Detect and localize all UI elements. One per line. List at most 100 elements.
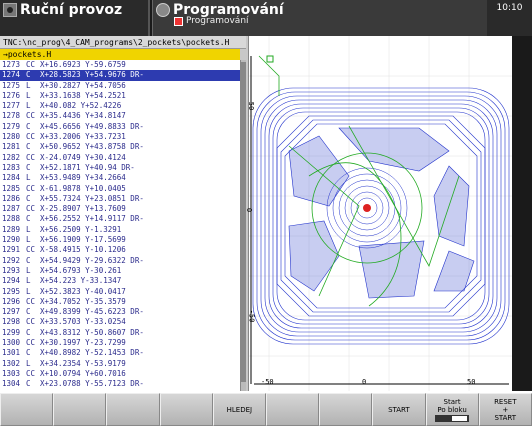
program-line[interactable]: 1300 CC X+30.1997 Y-23.7299 — [0, 338, 240, 348]
mode-title: Ruční provoz — [20, 2, 123, 18]
line-number: 1292 — [2, 255, 21, 265]
line-number: 1302 — [2, 358, 21, 368]
line-number: 1303 — [2, 368, 21, 378]
line-number: 1299 — [2, 327, 21, 337]
program-line[interactable]: 1295 L X+52.3823 Y-40.0417 — [0, 287, 240, 297]
program-line[interactable]: 1302 L X+34.2354 Y-53.9179 — [0, 359, 240, 369]
line-command: C — [26, 348, 31, 358]
side-softkey-strip — [512, 36, 532, 391]
program-line[interactable]: 1288 C X+56.2552 Y+14.9117 DR- — [0, 214, 240, 224]
line-coordinates: X+54.6793 Y-30.261 — [40, 265, 122, 275]
line-command: CC — [26, 317, 36, 327]
program-line[interactable]: 1279 C X+45.6656 Y+49.8833 DR- — [0, 122, 240, 132]
program-path: TNC:\nc_prog\4_CAM_programs\2_pockets\po… — [0, 36, 246, 49]
listing-scrollbar[interactable] — [240, 60, 246, 391]
softkey-hledej[interactable]: HLEDEJ — [212, 393, 266, 426]
line-coordinates: X+54.223 Y-33.1347 — [40, 276, 122, 286]
program-line[interactable]: 1274 C X+28.5823 Y+54.9676 DR- — [0, 70, 240, 81]
line-number: 1287 — [2, 204, 21, 214]
line-command: C — [26, 327, 31, 337]
line-coordinates: X+34.7052 Y-35.3579 — [40, 296, 126, 306]
softkey-empty[interactable] — [319, 393, 373, 426]
mode-manual-operation[interactable]: Ruční provoz — [0, 0, 150, 36]
program-line[interactable]: 1282 CC X-24.0749 Y+30.4124 — [0, 153, 240, 163]
line-command: CC — [26, 245, 36, 255]
axis-label-x-zero: 0 — [362, 378, 367, 386]
line-coordinates: X+10.0794 Y+60.7016 — [40, 368, 126, 378]
manual-mode-icon — [3, 3, 17, 17]
line-number: 1283 — [2, 162, 21, 172]
file-marker: →pockets.H — [0, 49, 240, 60]
program-line[interactable]: 1278 CC X+35.4436 Y+34.8147 — [0, 111, 240, 121]
program-line[interactable]: 1293 L X+54.6793 Y-30.261 — [0, 266, 240, 276]
scrollbar-thumb[interactable] — [241, 62, 246, 382]
program-line[interactable]: 1296 CC X+34.7052 Y-35.3579 — [0, 297, 240, 307]
line-coordinates: X+33.5703 Y-33.0254 — [40, 317, 126, 327]
line-command: L — [26, 90, 31, 100]
program-line[interactable]: 1277 L X+40.082 Y+52.4226 — [0, 101, 240, 111]
softkey-empty[interactable] — [159, 393, 213, 426]
softkey-start[interactable]: START — [372, 393, 426, 426]
line-command: L — [26, 173, 31, 183]
mode-programming[interactable]: Programování Programování — [152, 0, 487, 36]
program-listing[interactable]: 1273 CC X+16.6923 Y-59.6759 1274 C X+28.5823 … — [0, 60, 240, 391]
line-coordinates: X+16.6923 Y-59.6759 — [40, 60, 126, 69]
line-number: 1281 — [2, 142, 21, 152]
program-line[interactable]: 1281 C X+50.9652 Y+43.8758 DR- — [0, 142, 240, 152]
program-line[interactable]: 1289 L X+56.2509 Y-1.3291 — [0, 225, 240, 235]
softkey-empty[interactable] — [53, 393, 107, 426]
line-command: C — [26, 379, 31, 389]
line-number: 1294 — [2, 276, 21, 286]
program-line[interactable]: 1294 L X+54.223 Y-33.1347 — [0, 276, 240, 286]
line-coordinates: X+40.082 Y+52.4226 — [40, 101, 122, 111]
softkey-empty[interactable] — [106, 393, 160, 426]
line-number: 1278 — [2, 111, 21, 121]
program-line[interactable]: 1280 CC X+33.2006 Y+33.7231 — [0, 132, 240, 142]
program-line[interactable]: 1299 C X+43.8312 Y-50.8607 DR- — [0, 328, 240, 338]
program-line[interactable]: 1283 C X+52.1871 Y+40.94 DR- — [0, 163, 240, 173]
header-bar: Ruční provoz Programování Programování 1… — [0, 0, 532, 36]
softkey-bar: HLEDEJ START Start Po bloku RESET + START — [0, 391, 532, 426]
line-number: 1293 — [2, 265, 21, 275]
axis-label-y-max: 50 — [247, 101, 256, 111]
program-line[interactable]: 1298 CC X+33.5703 Y-33.0254 — [0, 317, 240, 327]
program-line[interactable]: 1273 CC X+16.6923 Y-59.6759 — [0, 60, 240, 70]
softkey-reset[interactable]: RESET + START — [478, 393, 532, 426]
line-number: 1288 — [2, 214, 21, 224]
graphics-panel: -50 0 50 50 0 -50 — [245, 36, 532, 391]
program-line[interactable]: 1287 CC X-25.8907 Y+13.7609 — [0, 204, 240, 214]
program-line[interactable]: 1276 L X+33.1638 Y+54.2521 — [0, 91, 240, 101]
program-line[interactable]: 1284 L X+53.9489 Y+34.2664 — [0, 173, 240, 183]
softkey-empty[interactable] — [0, 393, 54, 426]
line-number: 1273 — [2, 60, 21, 69]
softkey-label: + — [502, 405, 509, 414]
line-command: CC — [26, 368, 36, 378]
program-line[interactable]: 1286 C X+55.7324 Y+23.0851 DR- — [0, 194, 240, 204]
program-line[interactable]: 1290 L X+56.1909 Y-17.5699 — [0, 235, 240, 245]
program-line[interactable]: 1301 C X+40.8982 Y-52.1453 DR- — [0, 348, 240, 358]
line-coordinates: X-25.8907 Y+13.7609 — [40, 204, 126, 214]
line-coordinates: X+53.9489 Y+34.2664 — [40, 173, 126, 183]
softkey-empty[interactable] — [265, 393, 320, 426]
program-line[interactable]: 1304 C X+23.0788 Y-55.7123 DR- — [0, 379, 240, 389]
line-coordinates: X+30.2827 Y+54.7056 — [40, 80, 126, 90]
program-line[interactable]: 1285 CC X-61.9878 Y+10.0405 — [0, 184, 240, 194]
line-number: 1290 — [2, 235, 21, 245]
line-coordinates: X+49.8399 Y-45.6223 DR- — [40, 307, 144, 317]
program-line[interactable]: 1292 C X+54.9429 Y-29.6322 DR- — [0, 256, 240, 266]
program-line[interactable]: 1297 C X+49.8399 Y-45.6223 DR- — [0, 307, 240, 317]
line-coordinates: X-58.4915 Y-10.1206 — [40, 245, 126, 255]
program-line[interactable]: 1291 CC X-58.4915 Y-10.1206 — [0, 245, 240, 255]
program-line[interactable]: 1303 CC X+10.0794 Y+60.7016 — [0, 369, 240, 379]
line-command: L — [26, 101, 31, 111]
line-coordinates: X+52.1871 Y+40.94 DR- — [40, 162, 135, 172]
programming-mode-icon — [156, 3, 170, 17]
line-command: L — [26, 286, 31, 296]
line-command: L — [26, 224, 31, 234]
line-coordinates: X-61.9878 Y+10.0405 — [40, 183, 126, 193]
softkey-start[interactable]: Start Po bloku — [425, 393, 479, 426]
line-command: CC — [26, 338, 36, 348]
line-coordinates: X-24.0749 Y+30.4124 — [40, 152, 126, 162]
line-command: C — [26, 255, 31, 265]
program-line[interactable]: 1275 L X+30.2827 Y+54.7056 — [0, 81, 240, 91]
